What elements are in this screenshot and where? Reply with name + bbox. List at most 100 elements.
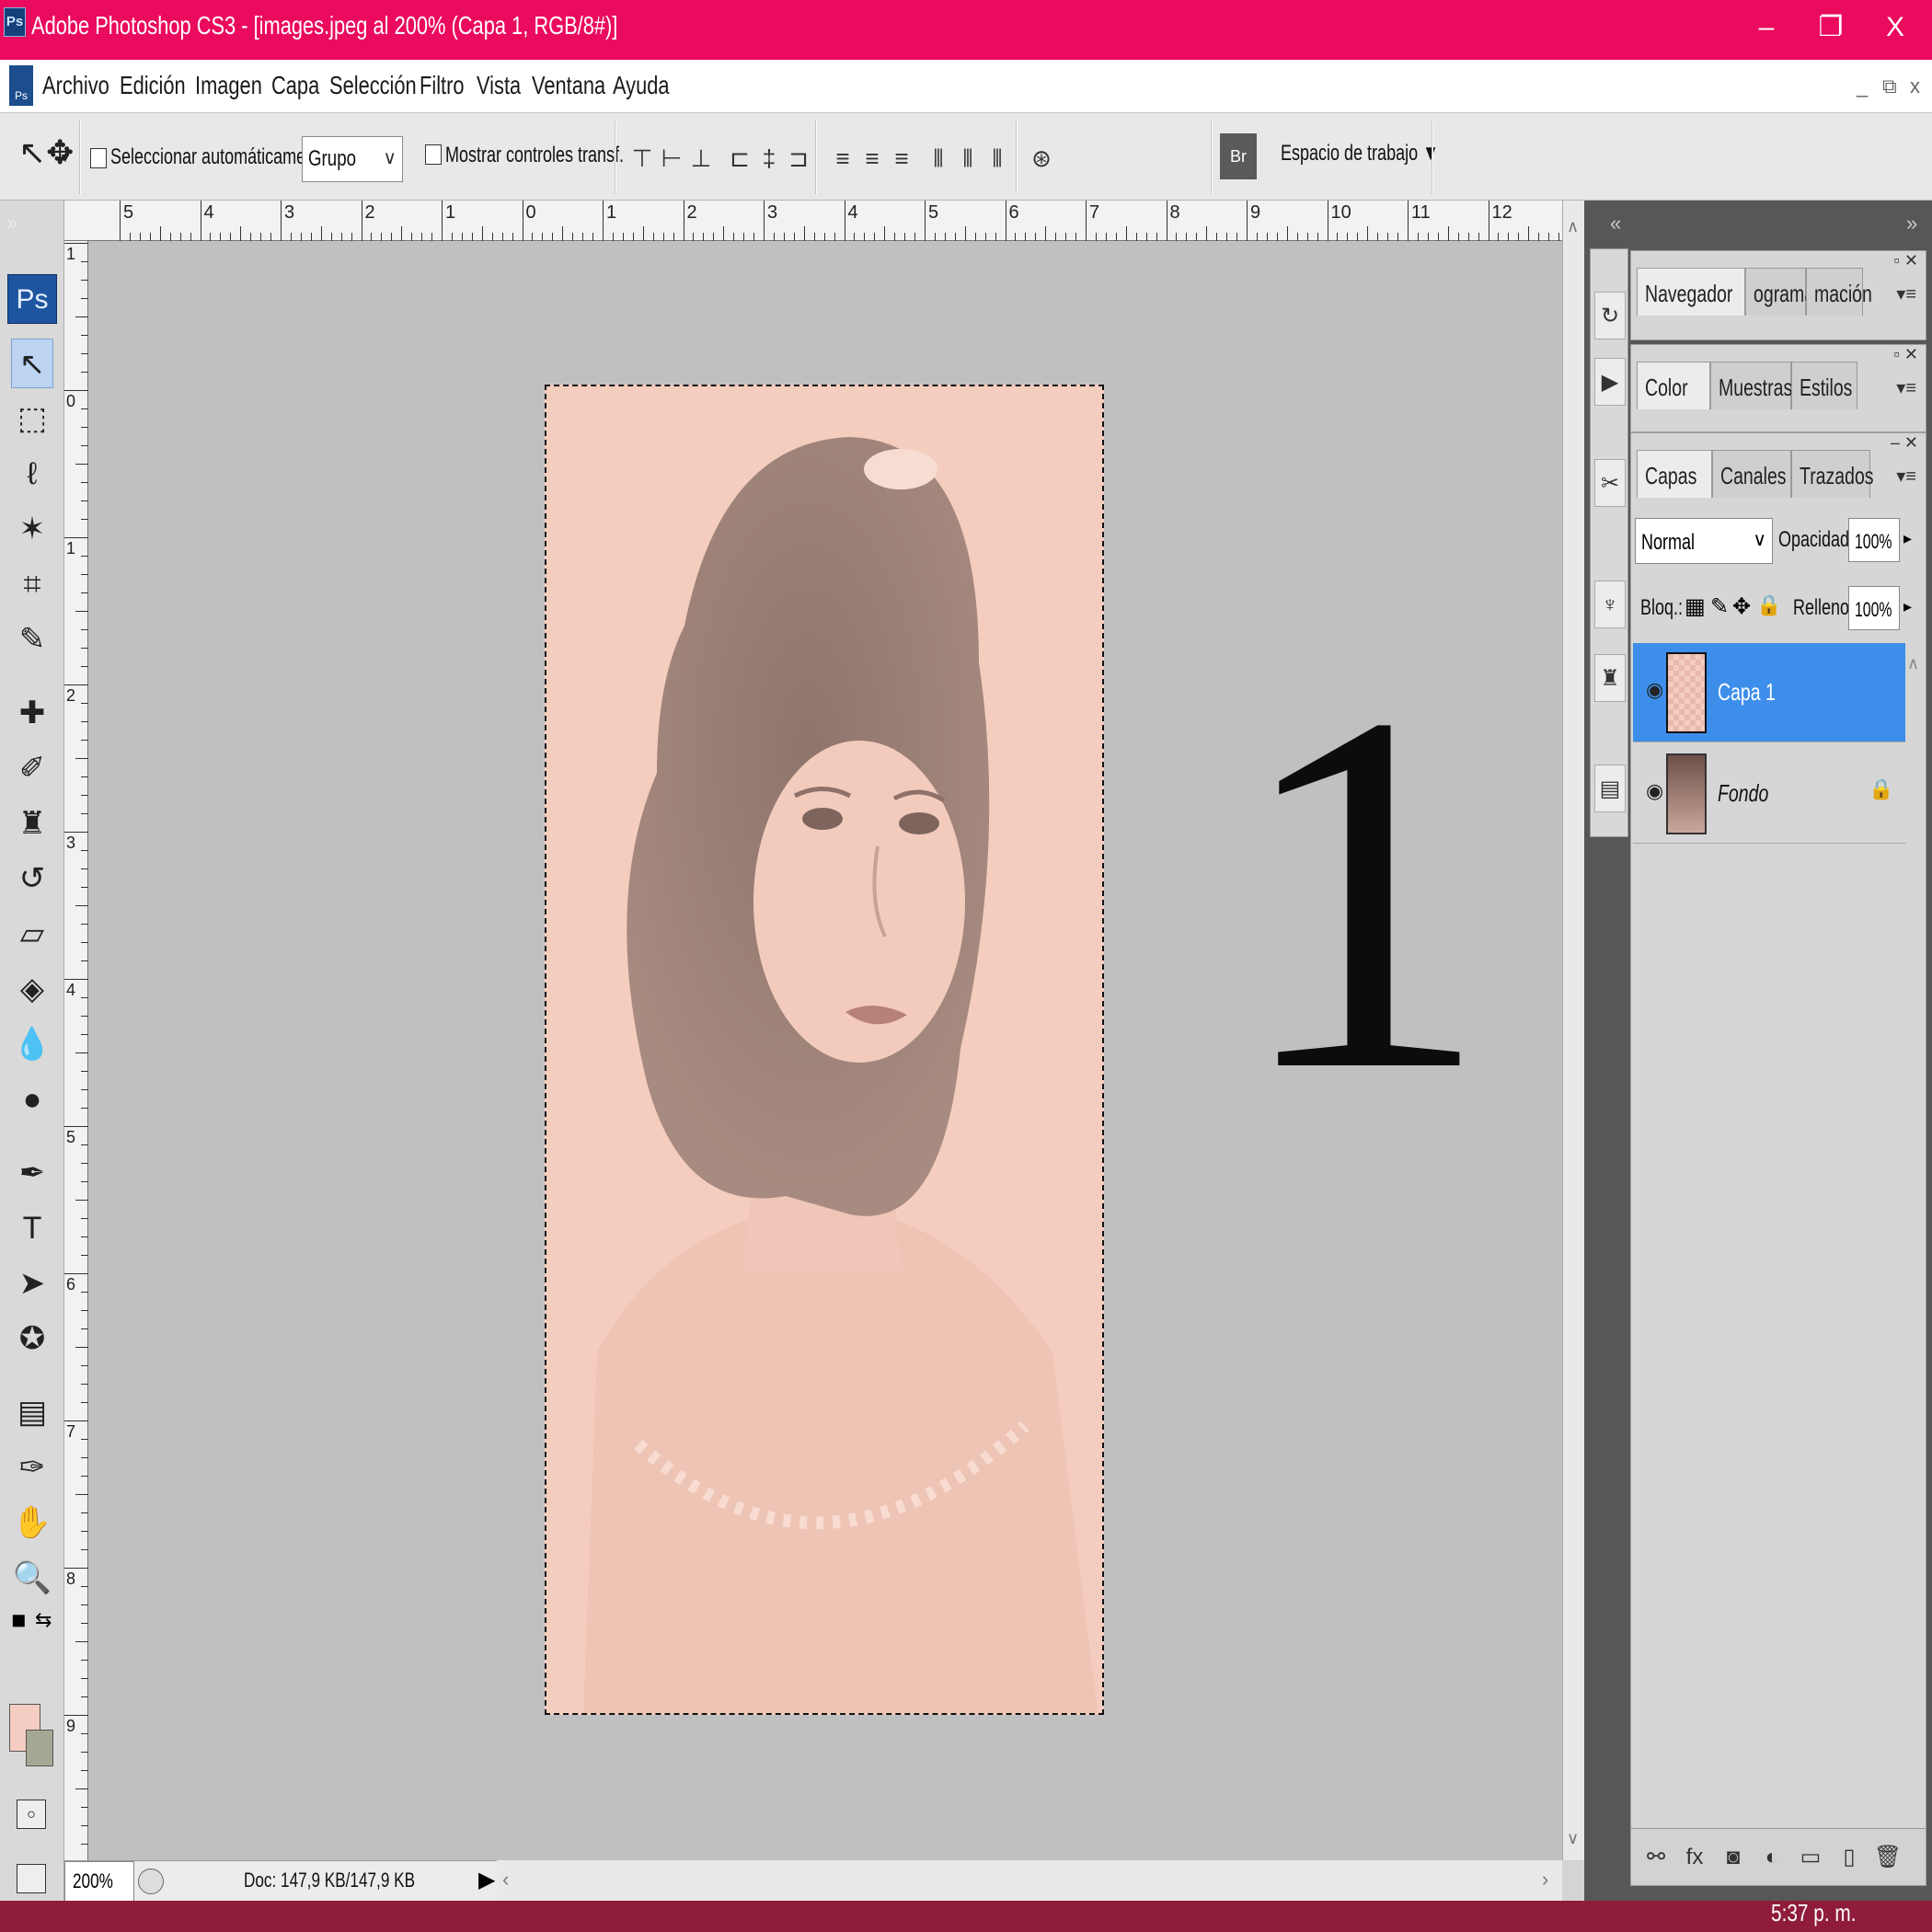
panel-menu-icon[interactable]: ▾≡ bbox=[1896, 282, 1916, 305]
panel-close-icon[interactable]: ▫ ✕ bbox=[1894, 251, 1918, 270]
pen-tool-icon[interactable]: ✒ bbox=[11, 1148, 53, 1198]
tab-canales[interactable]: Canales bbox=[1712, 450, 1791, 498]
marquee-tool-icon[interactable]: ⬚ bbox=[11, 394, 53, 443]
layer-style-icon[interactable]: fx bbox=[1679, 1842, 1710, 1873]
slice-tool-icon[interactable]: ✎ bbox=[11, 615, 53, 664]
history-brush-icon[interactable]: ↺ bbox=[11, 854, 53, 903]
auto-select-checkbox[interactable] bbox=[90, 148, 107, 168]
clone-source-icon[interactable]: ♜ bbox=[1594, 654, 1626, 702]
document-image[interactable] bbox=[545, 385, 1104, 1715]
fill-field[interactable]: 100% bbox=[1848, 586, 1900, 630]
menu-seleccion[interactable]: Selección bbox=[329, 71, 417, 100]
tab-color[interactable]: Color bbox=[1637, 362, 1710, 409]
tab-capas[interactable]: Capas bbox=[1637, 450, 1712, 498]
tab-navegador[interactable]: Navegador bbox=[1637, 268, 1745, 316]
align-left-icon[interactable]: ⊏ bbox=[727, 141, 753, 176]
brushes-panel-icon[interactable]: ♆ bbox=[1594, 581, 1626, 628]
scroll-down-icon[interactable]: ∨ bbox=[1567, 1829, 1579, 1848]
layer-comps-icon[interactable]: ▤ bbox=[1594, 765, 1626, 812]
quick-mask-icon[interactable]: ○ bbox=[17, 1800, 46, 1829]
magic-wand-icon[interactable]: ✶ bbox=[11, 504, 53, 554]
layer-row-fondo[interactable]: ◉ Fondo 🔒 bbox=[1633, 744, 1905, 844]
zoom-field[interactable]: 200% bbox=[64, 1861, 134, 1902]
delete-layer-icon[interactable]: 🗑 bbox=[1872, 1842, 1903, 1873]
notes-tool-icon[interactable]: ▤ bbox=[11, 1387, 53, 1437]
menu-imagen[interactable]: Imagen bbox=[195, 71, 262, 100]
bridge-icon[interactable]: Br bbox=[1220, 133, 1257, 179]
menu-filtro[interactable]: Filtro bbox=[420, 71, 465, 100]
actions-panel-icon[interactable]: ▶ bbox=[1594, 358, 1626, 406]
scroll-left-icon[interactable]: ‹ bbox=[502, 1868, 509, 1892]
align-vcenter-icon[interactable]: ⊢ bbox=[659, 141, 684, 176]
menu-capa[interactable]: Capa bbox=[271, 71, 319, 100]
menu-edicion[interactable]: Edición bbox=[120, 71, 186, 100]
scroll-right-icon[interactable]: › bbox=[1542, 1868, 1548, 1892]
auto-align-icon[interactable]: ⊛ bbox=[1029, 141, 1054, 176]
zoom-tool-icon[interactable]: 🔍 bbox=[11, 1553, 53, 1603]
distribute-hcenter-icon[interactable]: ⫴ bbox=[955, 141, 981, 176]
opacity-field[interactable]: 100% bbox=[1848, 518, 1900, 562]
scroll-up-icon[interactable]: ∧ bbox=[1907, 654, 1919, 673]
paint-bucket-icon[interactable]: ◈ bbox=[11, 964, 53, 1014]
chevron-down-icon[interactable]: ▼ bbox=[59, 150, 72, 165]
collapse-left-icon[interactable]: « bbox=[1610, 212, 1621, 236]
collapse-icon[interactable]: » bbox=[7, 213, 17, 235]
doc-restore-button[interactable]: ⧉ bbox=[1882, 75, 1897, 98]
doc-minimize-button[interactable]: _ bbox=[1857, 75, 1868, 98]
menu-ventana[interactable]: Ventana bbox=[532, 71, 605, 100]
transform-controls-checkbox[interactable] bbox=[425, 144, 442, 165]
align-bottom-icon[interactable]: ⊥ bbox=[688, 141, 714, 176]
blend-mode-dropdown[interactable]: Normal ∨ bbox=[1635, 518, 1773, 564]
history-panel-icon[interactable]: ↻ bbox=[1594, 292, 1626, 339]
tab-trazados[interactable]: Trazados bbox=[1791, 450, 1874, 498]
eyedropper-icon[interactable]: ✑ bbox=[11, 1443, 53, 1492]
background-color-swatch[interactable] bbox=[26, 1730, 53, 1766]
hand-tool-icon[interactable]: ✋ bbox=[11, 1498, 53, 1547]
opacity-arrow-icon[interactable]: ▸ bbox=[1903, 529, 1912, 548]
link-layers-icon[interactable]: ⚯ bbox=[1640, 1842, 1672, 1873]
tab-histograma[interactable]: ograma bbox=[1745, 268, 1814, 316]
lasso-tool-icon[interactable]: ℓ bbox=[11, 449, 53, 499]
tool-presets-icon[interactable]: ✂ bbox=[1594, 459, 1626, 507]
status-info-icon[interactable] bbox=[138, 1869, 164, 1894]
restore-button[interactable]: ❐ bbox=[1803, 7, 1858, 48]
menu-ayuda[interactable]: Ayuda bbox=[613, 71, 670, 100]
workspace-menu[interactable]: Espacio de trabajo ▼ bbox=[1281, 141, 1439, 167]
menu-archivo[interactable]: Archivo bbox=[42, 71, 109, 100]
lock-position-icon[interactable]: ✥ bbox=[1732, 593, 1751, 620]
vertical-scrollbar[interactable]: ∧ ∨ bbox=[1562, 201, 1584, 1860]
clone-stamp-icon[interactable]: ♜ bbox=[11, 799, 53, 848]
panel-menu-icon[interactable]: ▾≡ bbox=[1896, 376, 1916, 399]
distribute-top-icon[interactable]: ≡ bbox=[830, 141, 856, 176]
eraser-icon[interactable]: ▱ bbox=[11, 909, 53, 959]
move-tool-icon[interactable]: ↖ bbox=[11, 339, 53, 388]
panel-close-icon[interactable]: ▫ ✕ bbox=[1894, 345, 1918, 364]
fill-arrow-icon[interactable]: ▸ bbox=[1903, 597, 1912, 616]
blur-tool-icon[interactable]: 💧 bbox=[11, 1019, 53, 1069]
layer-row-capa-1[interactable]: ◉ Capa 1 bbox=[1633, 643, 1905, 742]
swap-colors-icon[interactable]: ⇆ bbox=[35, 1608, 52, 1632]
shape-tool-icon[interactable]: ✪ bbox=[11, 1314, 53, 1363]
align-top-icon[interactable]: ⊤ bbox=[629, 141, 655, 176]
distribute-vcenter-icon[interactable]: ≡ bbox=[859, 141, 885, 176]
dodge-tool-icon[interactable]: ● bbox=[11, 1075, 53, 1124]
align-hcenter-icon[interactable]: ‡ bbox=[756, 141, 782, 176]
distribute-bottom-icon[interactable]: ≡ bbox=[889, 141, 914, 176]
crop-tool-icon[interactable]: ⌗ bbox=[11, 559, 53, 609]
lock-transparency-icon[interactable]: ▦ bbox=[1685, 593, 1706, 620]
adjustment-layer-icon[interactable]: ◐ bbox=[1756, 1842, 1788, 1873]
close-button[interactable]: X bbox=[1868, 7, 1923, 48]
auto-select-dropdown[interactable]: Grupo ∨ bbox=[302, 136, 403, 182]
minimize-button[interactable]: – bbox=[1739, 7, 1794, 48]
scroll-up-icon[interactable]: ∧ bbox=[1567, 217, 1579, 236]
status-menu-arrow-icon[interactable]: ▶ bbox=[478, 1867, 495, 1893]
type-tool-icon[interactable]: T bbox=[11, 1203, 53, 1253]
tab-informacion[interactable]: mación bbox=[1806, 268, 1872, 316]
layer-mask-icon[interactable]: ◙ bbox=[1718, 1842, 1749, 1873]
align-right-icon[interactable]: ⊐ bbox=[786, 141, 811, 176]
healing-brush-icon[interactable]: ✚ bbox=[11, 688, 53, 738]
path-selection-icon[interactable]: ➤ bbox=[11, 1259, 53, 1308]
new-group-icon[interactable]: ▭ bbox=[1795, 1842, 1826, 1873]
panel-menu-icon[interactable]: ▾≡ bbox=[1896, 465, 1916, 488]
horizontal-scrollbar[interactable]: ‹ › bbox=[497, 1860, 1562, 1901]
